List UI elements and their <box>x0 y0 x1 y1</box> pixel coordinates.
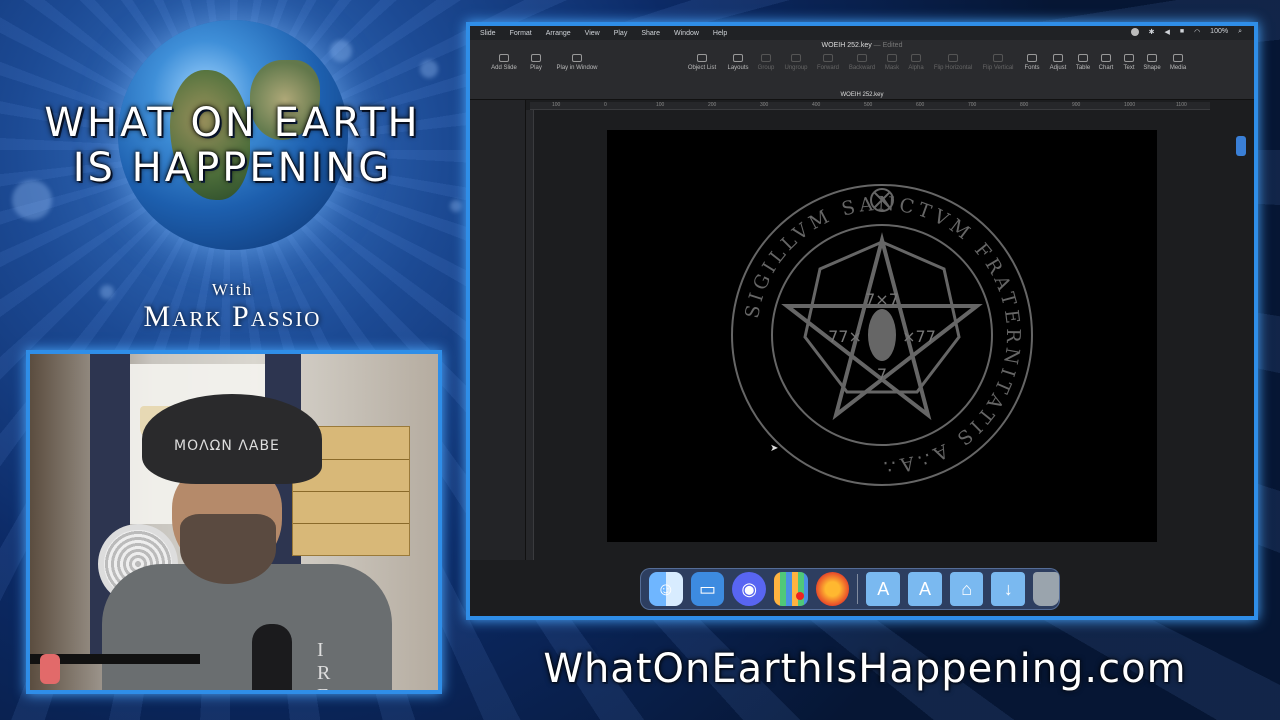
shape-icon <box>1147 54 1157 62</box>
mac-dock: ☺ ▭ ◉ A A ⌂ ↓ <box>640 568 1060 610</box>
volume-icon[interactable]: ◀︎ <box>1164 28 1169 36</box>
backward-icon <box>857 54 867 62</box>
list-icon <box>697 54 707 62</box>
mouse-cursor-icon: ➤ <box>770 443 779 454</box>
flip-vertical-icon <box>993 54 1003 62</box>
shirt <box>102 564 392 690</box>
webcam-panel: ΜΟΛΩΝ ΛΑΒΕ I R E <box>26 350 442 694</box>
tab-title: WOEIH 252.key <box>840 92 884 98</box>
document-name: WOEIH 252.key <box>821 42 872 49</box>
home-folder-icon[interactable]: ⌂ <box>949 572 984 606</box>
show-title-line1: WHAT ON EARTH <box>44 100 421 146</box>
vesica-shape <box>868 309 896 361</box>
play-in-window-button[interactable]: Play in Window <box>552 54 602 71</box>
applications-folder-icon[interactable]: A <box>866 572 901 606</box>
number-bottom: 7 <box>877 365 887 384</box>
documents-folder-icon[interactable]: A <box>908 572 942 606</box>
group-icon <box>761 54 771 62</box>
play-button[interactable]: Play <box>516 54 556 71</box>
horizontal-ruler: 100 0 100 200 300 400 500 600 700 800 90… <box>530 102 1210 110</box>
host-name: Mark Passio <box>143 300 322 333</box>
cap-text: ΜΟΛΩΝ ΛΑΒΕ <box>174 438 280 454</box>
lock-icon[interactable]: ■ <box>1180 28 1184 36</box>
show-title-line2: IS HAPPENING <box>72 145 393 191</box>
discord-icon[interactable]: ◉ <box>732 572 767 606</box>
slide-navigator[interactable] <box>470 100 526 560</box>
with-label: With <box>211 280 254 299</box>
menu-slide[interactable]: Slide <box>480 30 496 37</box>
forward-icon <box>823 54 833 62</box>
menu-view[interactable]: View <box>585 30 600 37</box>
website-url: WhatOnEarthIsHappening.com <box>543 646 1187 692</box>
ungroup-icon <box>791 54 801 62</box>
keynote-toolbar: WOEIH 252.key — Edited Add Slide Play Pl… <box>470 40 1254 100</box>
object-list-button[interactable]: Object List <box>682 54 722 71</box>
downloads-folder-icon[interactable]: ↓ <box>991 572 1026 606</box>
number-right: ×77 <box>902 327 936 346</box>
beard <box>180 514 276 584</box>
notification-badge <box>796 592 804 600</box>
cup <box>40 654 60 684</box>
keynote-icon[interactable]: ▭ <box>690 572 725 606</box>
firefox-icon[interactable] <box>815 572 850 606</box>
wifi-icon[interactable]: ◠ <box>1194 28 1200 36</box>
play-icon <box>531 54 541 62</box>
dock-separator <box>857 574 859 604</box>
host-person: ΜΟΛΩΝ ΛΑΒΕ I R E <box>102 394 392 690</box>
menu-arrange[interactable]: Arrange <box>546 30 571 37</box>
status-icons: ✱ ◀︎ ■ ◠ 100% ⌕ <box>1130 28 1242 36</box>
alpha-icon <box>911 54 921 62</box>
vertical-ruler <box>526 110 534 560</box>
screen-share-panel: Slide Format Arrange View Play Share Win… <box>466 22 1258 620</box>
menu-help[interactable]: Help <box>713 30 727 37</box>
document-status: — Edited <box>873 42 903 49</box>
bluetooth-icon[interactable]: ✱ <box>1149 28 1155 36</box>
search-icon[interactable]: ⌕ <box>1238 28 1242 36</box>
slide-canvas[interactable]: SIGILLVM SANCTVM FRATERNITATIS A∴A∴ 7×7 … <box>607 130 1157 542</box>
microphone <box>252 624 292 690</box>
show-logo: WHAT ON EARTH IS HAPPENING With Mark Pas… <box>0 0 465 345</box>
fonts-icon <box>1027 54 1037 62</box>
document-title: WOEIH 252.key — Edited <box>470 42 1254 49</box>
menu-window[interactable]: Window <box>674 30 699 37</box>
number-top: 7×7 <box>865 290 899 309</box>
menu-share[interactable]: Share <box>641 30 660 37</box>
menu-play[interactable]: Play <box>614 30 628 37</box>
launchpad-icon[interactable] <box>774 572 808 606</box>
battery-percent[interactable]: 100% <box>1210 28 1228 36</box>
number-left: 77× <box>828 327 862 346</box>
record-icon[interactable] <box>1130 28 1139 36</box>
inspector-handle[interactable] <box>1236 136 1246 156</box>
flip-horizontal-icon <box>948 54 958 62</box>
menu-format[interactable]: Format <box>510 30 532 37</box>
shirt-text: I R E <box>317 639 337 690</box>
window-icon <box>572 54 582 62</box>
adjust-icon <box>1053 54 1063 62</box>
trash-icon[interactable] <box>1033 572 1059 606</box>
plus-icon <box>499 54 509 62</box>
media-button[interactable]: Media <box>1158 54 1198 71</box>
flip-horizontal-button[interactable]: Flip Horizontal <box>928 54 978 71</box>
layouts-icon <box>733 54 743 62</box>
finder-icon[interactable]: ☺ <box>649 572 683 606</box>
media-icon <box>1173 54 1183 62</box>
